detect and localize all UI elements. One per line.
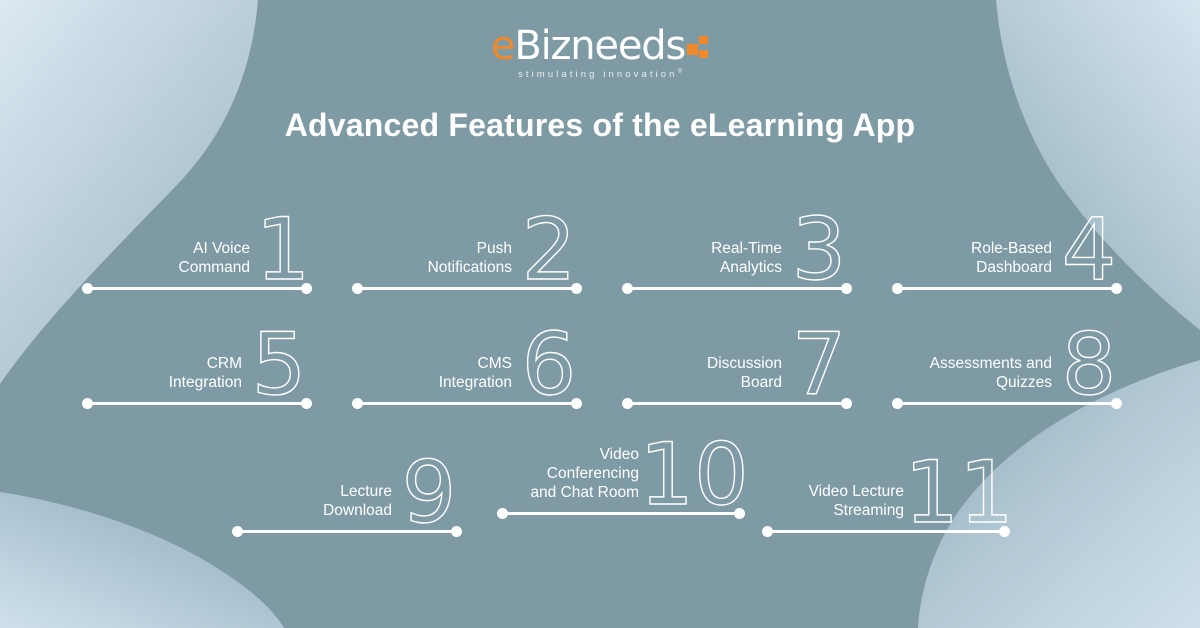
feature-item-10[interactable]: Video Conferencing and Chat Room 10 xyxy=(497,410,750,526)
feature-rail xyxy=(622,398,852,410)
logo-wordmark: eBizneeds xyxy=(491,26,709,66)
rail-dot-start xyxy=(892,398,903,409)
feature-rail xyxy=(82,398,312,410)
feature-label: Push Notifications xyxy=(427,240,512,276)
rail-dot-end xyxy=(999,526,1010,537)
rail-dot-start xyxy=(82,398,93,409)
page-title: Advanced Features of the eLearning App xyxy=(284,107,916,143)
feature-label: Real-Time Analytics xyxy=(711,240,782,276)
feature-number: 1 xyxy=(255,199,311,300)
rail-dot-start xyxy=(762,526,773,537)
feature-label: Video Lecture Streaming xyxy=(808,483,904,519)
feature-rail xyxy=(622,283,852,295)
rail-dot-end xyxy=(1111,283,1122,294)
feature-number: 8 xyxy=(1058,314,1120,415)
rail-dot-end xyxy=(1111,398,1122,409)
rail-dot-start xyxy=(497,508,508,519)
rail-dot-start xyxy=(622,283,633,294)
feature-number: 4 xyxy=(1058,199,1120,300)
rail-bar xyxy=(767,530,1005,533)
feature-item-7[interactable]: Discussion Board 7 xyxy=(622,300,852,416)
feature-item-4[interactable]: Role-Based Dashboard 4 xyxy=(892,185,1122,301)
logo-tagline-text: stimulating innovation xyxy=(518,69,678,81)
rail-dot-start xyxy=(892,283,903,294)
logo-tagline: stimulating innovation® xyxy=(0,69,1200,80)
rail-dot-start xyxy=(352,398,363,409)
rail-bar xyxy=(237,530,457,533)
rail-dot-start xyxy=(232,526,243,537)
rail-dot-end xyxy=(301,283,312,294)
feature-label: Video Conferencing and Chat Room xyxy=(530,446,639,501)
feature-rail xyxy=(762,526,1010,538)
logo-squares-icon xyxy=(687,36,709,62)
logo-letter-e: e xyxy=(490,23,516,69)
feature-label: Role-Based Dashboard xyxy=(971,240,1052,276)
feature-number: 7 xyxy=(788,314,850,415)
rail-dot-start xyxy=(622,398,633,409)
registered-mark-icon: ® xyxy=(677,69,682,75)
feature-label: Discussion Board xyxy=(707,355,782,391)
rail-bar xyxy=(627,287,847,290)
feature-item-6[interactable]: CMS Integration 6 xyxy=(352,300,582,416)
rail-bar xyxy=(502,512,740,515)
feature-label: AI Voice Command xyxy=(178,240,251,276)
feature-item-5[interactable]: CRM Integration 5 xyxy=(82,300,312,416)
feature-number: 10 xyxy=(639,424,750,525)
feature-label: Assessments and Quizzes xyxy=(929,355,1052,391)
rail-bar xyxy=(357,402,577,405)
rail-dot-end xyxy=(571,283,582,294)
rail-bar xyxy=(897,402,1117,405)
rail-dot-start xyxy=(352,283,363,294)
feature-item-1[interactable]: AI Voice Command 1 xyxy=(82,185,312,301)
brand-logo[interactable]: eBizneeds stimulating innovation® xyxy=(0,26,1200,80)
feature-number: 9 xyxy=(398,442,460,543)
rail-dot-end xyxy=(841,398,852,409)
infographic-canvas: eBizneeds stimulating innovation® Advanc… xyxy=(0,0,1200,628)
rail-bar xyxy=(87,287,307,290)
feature-number: 3 xyxy=(788,199,850,300)
rail-dot-start xyxy=(82,283,93,294)
feature-item-9[interactable]: Lecture Download 9 xyxy=(232,428,462,544)
rail-bar xyxy=(897,287,1117,290)
feature-rail xyxy=(352,398,582,410)
logo-word: Bizneeds xyxy=(514,23,686,69)
rail-bar xyxy=(357,287,577,290)
feature-number: 11 xyxy=(904,442,1015,543)
feature-item-8[interactable]: Assessments and Quizzes 8 xyxy=(892,300,1122,416)
feature-item-11[interactable]: Video Lecture Streaming 11 xyxy=(762,428,1015,544)
feature-rail xyxy=(497,508,745,520)
rail-dot-end xyxy=(841,283,852,294)
feature-rail xyxy=(82,283,312,295)
rail-dot-end xyxy=(451,526,462,537)
feature-number: 5 xyxy=(248,314,310,415)
feature-label: Lecture Download xyxy=(323,483,392,519)
rail-bar xyxy=(87,402,307,405)
feature-item-2[interactable]: Push Notifications 2 xyxy=(352,185,582,301)
rail-dot-end xyxy=(734,508,745,519)
feature-number: 2 xyxy=(518,199,580,300)
feature-label: CMS Integration xyxy=(438,355,512,391)
feature-rail xyxy=(892,283,1122,295)
rail-dot-end xyxy=(301,398,312,409)
feature-item-3[interactable]: Real-Time Analytics 3 xyxy=(622,185,852,301)
rail-dot-end xyxy=(571,398,582,409)
feature-rail xyxy=(892,398,1122,410)
feature-rail xyxy=(232,526,462,538)
feature-rail xyxy=(352,283,582,295)
feature-grid: AI Voice Command 1 Push Notifications 2 xyxy=(0,0,1200,628)
feature-number: 6 xyxy=(518,314,580,415)
rail-bar xyxy=(627,402,847,405)
feature-label: CRM Integration xyxy=(168,355,242,391)
